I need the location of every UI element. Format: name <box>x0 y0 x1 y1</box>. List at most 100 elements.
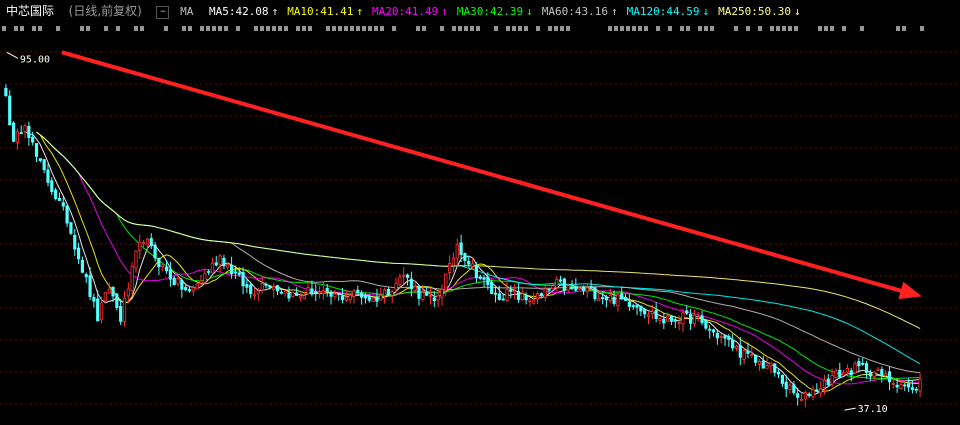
event-mark <box>506 26 510 31</box>
event-mark <box>296 26 300 31</box>
down-candle <box>214 262 218 266</box>
down-candle <box>115 293 119 309</box>
down-candle <box>754 354 758 363</box>
ma-legend-item[interactable]: MA30:42.39 ↓ <box>457 1 533 23</box>
ma-legend-item[interactable]: MA120:44.59 ↓ <box>627 1 709 23</box>
stock-name[interactable]: 中芯国际 <box>0 0 54 22</box>
event-mark <box>560 26 564 31</box>
down-candle <box>11 122 16 142</box>
up-candle <box>918 378 922 392</box>
event-mark <box>896 26 900 31</box>
up-candle <box>872 371 876 378</box>
event-mark <box>734 26 738 31</box>
up-candle <box>398 276 402 285</box>
down-candle <box>501 298 505 301</box>
event-mark <box>626 26 630 31</box>
event-mark <box>260 26 264 31</box>
ma-legend-label: MA120:44.59 <box>626 5 700 18</box>
down-candle <box>157 257 161 268</box>
event-mark <box>788 26 792 31</box>
ma-legend-item[interactable]: MA5:42.08 ↑ <box>209 1 278 23</box>
down-candle <box>50 180 54 193</box>
down-candle <box>887 371 892 383</box>
up-candle <box>734 345 739 349</box>
event-mark <box>284 26 288 31</box>
down-candle <box>627 301 631 307</box>
ma-legend-label: MA20:41.49 <box>372 5 439 18</box>
down-candle <box>46 169 50 183</box>
up-candle <box>455 244 459 259</box>
ma-title[interactable]: MA <box>180 1 193 23</box>
down-candle <box>363 294 368 299</box>
candlestick-chart[interactable]: 95.00 37.10 <box>0 22 960 425</box>
up-candle <box>226 264 230 268</box>
up-candle <box>555 278 559 288</box>
period-label[interactable]: (日线,前复权) <box>69 0 142 22</box>
down-candle <box>654 309 658 319</box>
event-mark <box>548 26 552 31</box>
down-candle <box>711 329 716 333</box>
up-candle <box>402 274 406 277</box>
event-mark <box>188 26 192 31</box>
up-candle <box>176 278 180 285</box>
event-mark <box>470 26 474 31</box>
down-candle <box>367 295 371 301</box>
down-candle <box>857 361 861 367</box>
down-candle <box>275 285 280 292</box>
down-candle <box>738 345 742 358</box>
event-mark <box>842 26 846 31</box>
ma-legend-item[interactable]: MA60:43.16 ↑ <box>542 1 618 23</box>
up-candle <box>298 295 303 299</box>
down-candle <box>153 244 157 259</box>
event-mark <box>134 26 138 31</box>
down-candle <box>42 159 46 171</box>
up-candle <box>421 292 425 300</box>
up-candle <box>390 291 394 296</box>
event-mark <box>644 26 648 31</box>
down-candle <box>539 293 544 296</box>
up-candle <box>317 291 322 294</box>
up-candle <box>107 288 111 294</box>
down-candle <box>731 339 735 349</box>
down-candle <box>249 284 253 295</box>
event-mark <box>14 26 18 31</box>
up-candle <box>203 273 207 283</box>
event-mark <box>344 26 348 31</box>
event-mark <box>920 26 924 31</box>
ma-legend-label: MA250:50.30 <box>718 5 791 18</box>
minus-box-icon[interactable]: − <box>156 5 170 19</box>
down-candle <box>27 125 31 139</box>
up-candle <box>578 287 582 290</box>
down-candle <box>340 295 345 301</box>
ma-legend-item[interactable]: MA10:41.41 ↑ <box>287 1 363 23</box>
up-candle <box>99 302 104 321</box>
up-candle <box>470 263 475 267</box>
down-candle <box>826 378 830 386</box>
down-candle <box>222 257 226 267</box>
event-mark <box>164 26 168 31</box>
event-mark <box>206 26 210 31</box>
up-candle <box>597 298 601 301</box>
up-candle <box>677 321 681 324</box>
up-candle <box>819 388 823 394</box>
ma-legend-item[interactable]: MA20:41.49 ↑ <box>372 1 448 23</box>
down-candle <box>864 363 869 373</box>
down-candle <box>360 292 364 298</box>
down-candle <box>784 381 788 390</box>
event-mark <box>20 26 24 31</box>
ma-line-ma250 <box>36 131 921 330</box>
event-mark <box>860 26 864 31</box>
down-candle <box>88 275 92 297</box>
up-candle <box>451 257 456 266</box>
event-mark <box>278 26 282 31</box>
event-mark <box>392 26 396 31</box>
up-candle <box>210 262 215 274</box>
down-candle <box>635 304 639 308</box>
up-candle <box>23 125 27 132</box>
event-mark <box>308 26 312 31</box>
event-mark <box>524 26 528 31</box>
up-candle <box>692 314 697 324</box>
event-mark <box>608 26 612 31</box>
down-candle <box>516 290 521 300</box>
ma-legend-item[interactable]: MA250:50.30 ↓ <box>718 1 800 23</box>
